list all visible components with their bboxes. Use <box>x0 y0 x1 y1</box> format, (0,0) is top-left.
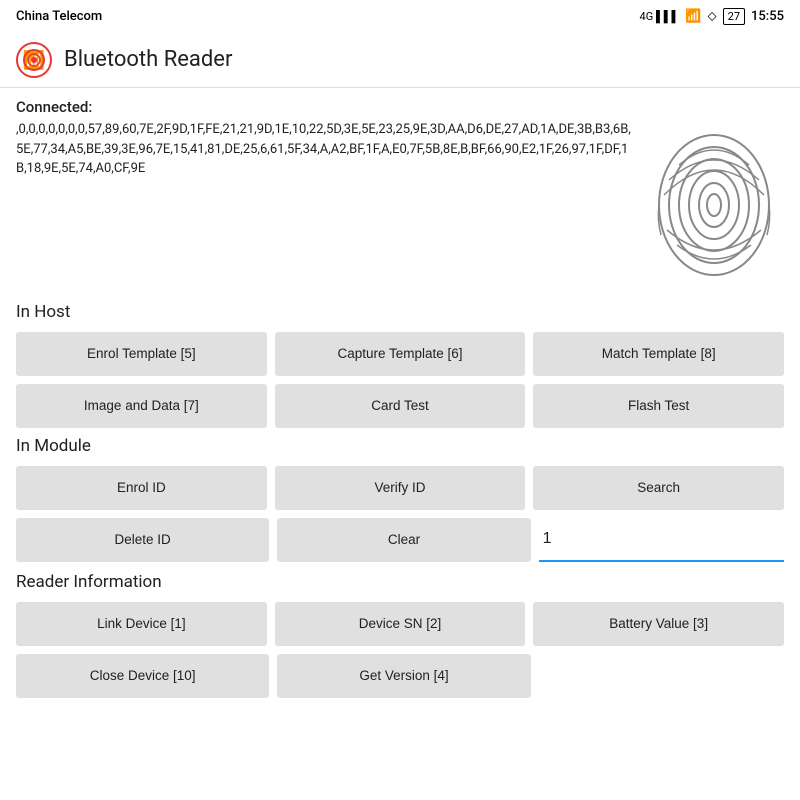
enrol-template-button[interactable]: Enrol Template [5] <box>16 332 267 376</box>
in-host-section: In Host Enrol Template [5] Capture Templ… <box>16 302 784 428</box>
empty-spacer <box>539 654 784 698</box>
capture-template-button[interactable]: Capture Template [6] <box>275 332 526 376</box>
wifi-icon: 📶 <box>685 9 701 24</box>
app-logo: 📶 <box>16 42 52 78</box>
signal-icon: 4G ▌▌▌ <box>640 10 680 23</box>
status-right: 4G ▌▌▌ 📶 ⬦ 27 15:55 <box>640 8 784 25</box>
enrol-id-button[interactable]: Enrol ID <box>16 466 267 510</box>
app-title: Bluetooth Reader <box>64 47 232 72</box>
in-module-section: In Module Enrol ID Verify ID Search Dele… <box>16 436 784 564</box>
time-label: 15:55 <box>751 9 784 24</box>
in-host-header: In Host <box>16 302 784 322</box>
id-input[interactable] <box>539 518 784 562</box>
flash-test-button[interactable]: Flash Test <box>533 384 784 428</box>
in-module-row2: Delete ID Clear <box>16 518 784 564</box>
reader-info-header: Reader Information <box>16 572 784 592</box>
get-version-button[interactable]: Get Version [4] <box>277 654 530 698</box>
reader-info-row2: Close Device [10] Get Version [4] <box>16 654 784 698</box>
reader-info-section: Reader Information Link Device [1] Devic… <box>16 572 784 698</box>
in-module-header: In Module <box>16 436 784 456</box>
clear-button[interactable]: Clear <box>277 518 530 562</box>
status-bar: China Telecom 4G ▌▌▌ 📶 ⬦ 27 15:55 <box>0 0 800 32</box>
in-module-row1: Enrol ID Verify ID Search <box>16 466 784 510</box>
bluetooth-icon: ⬦ <box>708 9 717 24</box>
battery-icon: 27 <box>723 8 745 25</box>
link-device-button[interactable]: Link Device [1] <box>16 602 267 646</box>
reader-info-row1: Link Device [1] Device SN [2] Battery Va… <box>16 602 784 646</box>
battery-value-button[interactable]: Battery Value [3] <box>533 602 784 646</box>
app-bar: 📶 Bluetooth Reader <box>0 32 800 88</box>
main-content: Connected: ,0,0,0,0,0,0,0,57,89,60,7E,2F… <box>0 88 800 800</box>
search-button[interactable]: Search <box>533 466 784 510</box>
close-device-button[interactable]: Close Device [10] <box>16 654 269 698</box>
input-wrapper <box>539 518 784 564</box>
fingerprint-image <box>644 120 784 290</box>
match-template-button[interactable]: Match Template [8] <box>533 332 784 376</box>
connected-section: Connected: ,0,0,0,0,0,0,0,57,89,60,7E,2F… <box>16 98 784 290</box>
delete-id-button[interactable]: Delete ID <box>16 518 269 562</box>
data-section: ,0,0,0,0,0,0,0,57,89,60,7E,2F,9D,1F,FE,2… <box>16 120 784 290</box>
connected-label: Connected: <box>16 98 784 116</box>
device-sn-button[interactable]: Device SN [2] <box>275 602 526 646</box>
in-host-row2: Image and Data [7] Card Test Flash Test <box>16 384 784 428</box>
verify-id-button[interactable]: Verify ID <box>275 466 526 510</box>
carrier-label: China Telecom <box>16 9 102 24</box>
phone-frame: China Telecom 4G ▌▌▌ 📶 ⬦ 27 15:55 📶 Blue… <box>0 0 800 800</box>
card-test-button[interactable]: Card Test <box>275 384 526 428</box>
fingerprint-svg <box>649 125 779 285</box>
in-host-row1: Enrol Template [5] Capture Template [6] … <box>16 332 784 376</box>
image-and-data-button[interactable]: Image and Data [7] <box>16 384 267 428</box>
hex-data: ,0,0,0,0,0,0,0,57,89,60,7E,2F,9D,1F,FE,2… <box>16 120 632 290</box>
